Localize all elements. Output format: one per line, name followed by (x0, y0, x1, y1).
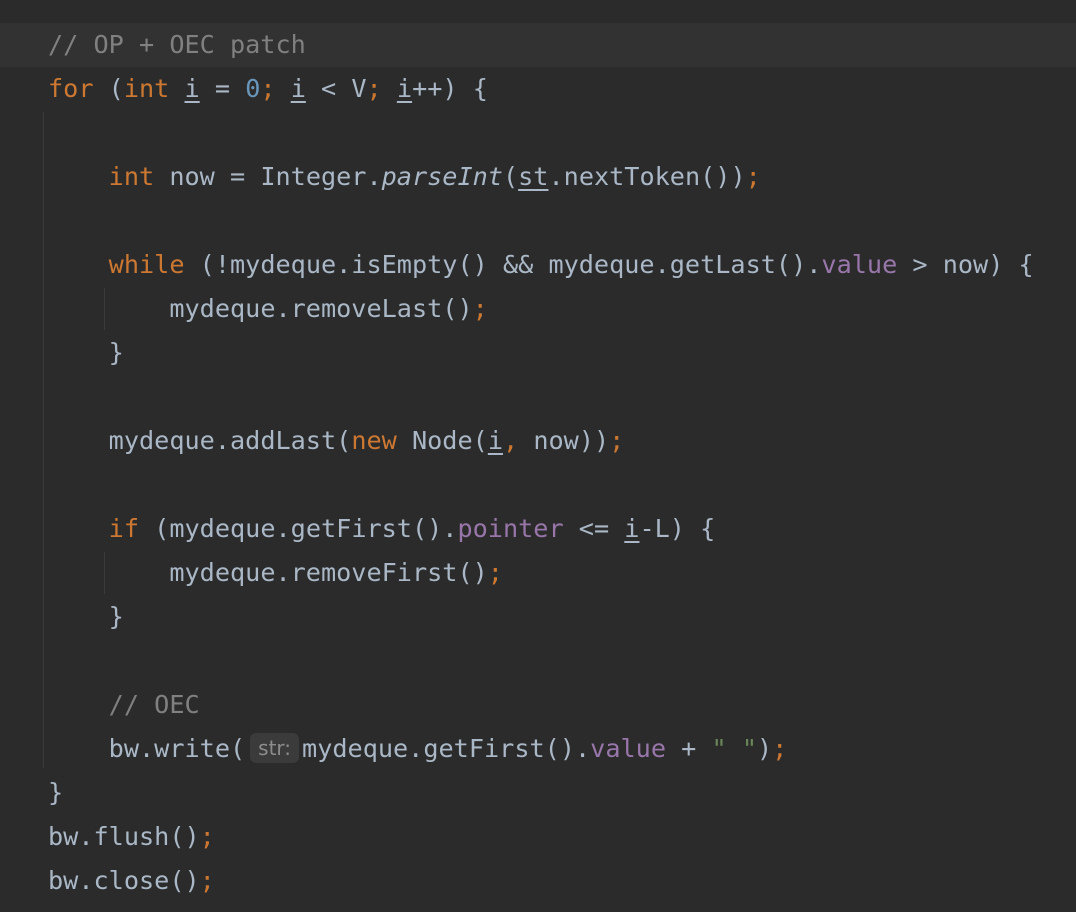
code-text: mydeque.removeLast() (169, 294, 473, 323)
code-line-1[interactable]: // OP + OEC patch (48, 23, 1034, 67)
semicolon: ; (199, 866, 215, 895)
semicolon: ; (609, 426, 625, 455)
variable-i: i (290, 74, 306, 103)
code-area[interactable]: // OP + OEC patch for (int i = 0; i < V;… (48, 23, 1034, 903)
code-text: mydeque.removeFirst() (169, 558, 488, 587)
code-text: (!mydeque.isEmpty() && mydeque.getLast()… (184, 250, 822, 279)
code-line-18[interactable]: } (48, 771, 1034, 815)
code-text: mydeque.getFirst(). (302, 734, 591, 763)
code-line-9[interactable] (48, 375, 1034, 419)
code-line-16[interactable]: // OEC (48, 683, 1034, 727)
field-value: value (821, 250, 898, 279)
semicolon: ; (472, 294, 488, 323)
code-text: > now) { (897, 250, 1034, 279)
code-line-19[interactable]: bw.flush(); (48, 815, 1034, 859)
code-line-12[interactable]: if (mydeque.getFirst().pointer <= i-L) { (48, 507, 1034, 551)
semicolon: ; (199, 822, 215, 851)
code-text: bw.close() (48, 866, 200, 895)
semicolon: ; (745, 162, 761, 191)
closing-brace: } (48, 338, 124, 367)
indent-guide-for (43, 112, 44, 768)
semicolon: ; (772, 734, 788, 763)
semicolon: ; (487, 558, 503, 587)
variable-i: i (396, 74, 413, 103)
keyword-for: for (48, 74, 94, 103)
keyword-int: int (108, 162, 155, 191)
code-text: now = Integer. (154, 162, 382, 191)
static-method-call: parseInt (381, 162, 503, 191)
code-text: bw.flush() (48, 822, 200, 851)
variable-i: i (184, 74, 200, 103)
field-value: value (590, 734, 666, 763)
code-line-8[interactable]: } (48, 331, 1034, 375)
comment: // OP + OEC patch (48, 30, 306, 59)
code-text: ++) { (412, 74, 488, 103)
code-line-15[interactable] (48, 639, 1034, 683)
code-text: mydeque.addLast( (108, 426, 352, 455)
code-text: -L) { (639, 514, 716, 543)
comment: // OEC (108, 690, 200, 719)
field-pointer: pointer (457, 514, 564, 543)
keyword-if: if (108, 514, 140, 543)
code-text: bw.write( (108, 734, 246, 763)
code-text: + (665, 734, 712, 763)
code-line-3[interactable] (48, 111, 1034, 155)
code-text: = (199, 74, 246, 103)
editor-top-strip (0, 0, 1076, 22)
string-literal: " " (711, 734, 757, 763)
code-text: Node( (396, 426, 488, 455)
code-line-14[interactable]: } (48, 595, 1034, 639)
code-line-5[interactable] (48, 199, 1034, 243)
code-line-2[interactable]: for (int i = 0; i < V; i++) { (48, 67, 1034, 111)
variable-i: i (624, 514, 640, 543)
number-literal: 0 (245, 74, 261, 103)
keyword-int: int (123, 74, 170, 103)
code-text: < V (305, 74, 367, 103)
code-line-4[interactable]: int now = Integer.parseInt(st.nextToken(… (48, 155, 1034, 199)
variable-st: st (518, 162, 549, 191)
code-text: ( (93, 74, 124, 103)
code-line-20[interactable]: bw.close(); (48, 859, 1034, 903)
closing-brace: } (48, 778, 64, 807)
code-editor[interactable]: // OP + OEC patch for (int i = 0; i < V;… (0, 0, 1076, 912)
code-line-10[interactable]: mydeque.addLast(new Node(i, now)); (48, 419, 1034, 463)
code-text: .nextToken()) (548, 162, 746, 191)
semicolon: ; (260, 74, 276, 103)
code-text: <= (563, 514, 625, 543)
code-text: ( (502, 162, 519, 191)
comma: , (502, 426, 519, 455)
code-line-17[interactable]: bw.write(str: mydeque.getFirst().value + … (48, 727, 1034, 771)
closing-brace: } (48, 602, 124, 631)
code-text: ) (756, 734, 773, 763)
code-line-11[interactable] (48, 463, 1034, 507)
keyword-while: while (108, 250, 185, 279)
code-line-6[interactable]: while (!mydeque.isEmpty() && mydeque.get… (48, 243, 1034, 287)
code-text: (mydeque.getFirst(). (139, 514, 458, 543)
keyword-new: new (351, 426, 397, 455)
code-line-13[interactable]: mydeque.removeFirst(); (48, 551, 1034, 595)
parameter-hint: str: (250, 733, 300, 763)
code-text: now)) (518, 426, 610, 455)
code-line-7[interactable]: mydeque.removeLast(); (48, 287, 1034, 331)
variable-i: i (487, 426, 503, 455)
semicolon: ; (366, 74, 382, 103)
